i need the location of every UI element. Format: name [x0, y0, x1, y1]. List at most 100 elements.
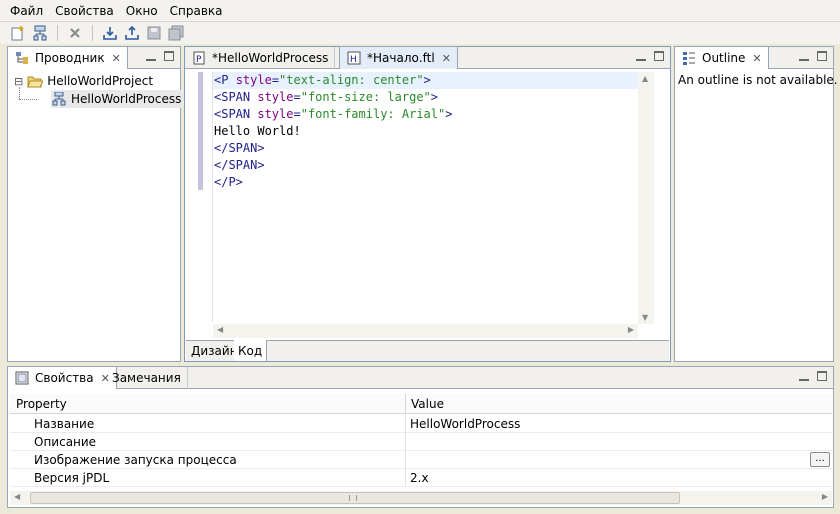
menu-help[interactable]: Справка [164, 0, 229, 22]
property-name: Описание [34, 435, 97, 449]
new-file-icon[interactable] [8, 24, 28, 42]
save-icon[interactable] [144, 24, 164, 42]
delete-icon[interactable] [65, 24, 85, 42]
minimize-icon[interactable] [799, 371, 809, 381]
change-ruler [198, 72, 203, 190]
code-token: > [423, 73, 431, 87]
column-divider[interactable] [405, 394, 406, 414]
code-line[interactable]: <SPAN style="font-size: large"> [214, 89, 452, 106]
table-row[interactable]: Название HelloWorldProcess [10, 415, 832, 433]
outline-tabbar: Outline ✕ [674, 46, 833, 69]
tab-code[interactable]: Код [234, 340, 268, 361]
tab-properties[interactable]: Свойства ✕ [7, 366, 117, 389]
scrollbar-thumb[interactable] [30, 492, 680, 504]
code-token: = [271, 73, 280, 87]
menu-window[interactable]: Окно [120, 0, 164, 22]
code-line[interactable]: </SPAN> [214, 140, 452, 157]
minimize-icon[interactable] [799, 51, 809, 61]
properties-icon [14, 370, 30, 386]
scroll-right-icon[interactable]: ▶ [628, 325, 634, 334]
property-name: Название [34, 417, 95, 431]
tree-item-process[interactable]: HelloWorldProcess [51, 90, 186, 108]
editor-tabbar: P *HelloWorldProcess H *Начало.ftl ✕ [185, 46, 670, 69]
export-icon[interactable] [122, 24, 142, 42]
properties-tabbar: Свойства ✕ Замечания [7, 366, 833, 389]
properties-horizontal-scrollbar[interactable]: ◀ ▶ [10, 491, 832, 505]
svg-text:H: H [350, 55, 357, 65]
toolbar [0, 22, 840, 44]
table-row[interactable]: Версия jPDL 2.x [10, 469, 832, 487]
menu-properties[interactable]: Свойства [49, 0, 120, 22]
tab-problems[interactable]: Замечания [106, 367, 188, 389]
close-icon[interactable]: ✕ [112, 52, 121, 65]
collapse-icon[interactable]: ⊟ [14, 75, 23, 88]
table-header: Property Value [10, 394, 832, 414]
cell-divider [405, 415, 406, 432]
process-icon[interactable] [30, 24, 50, 42]
code-token: Hello World! [214, 124, 301, 138]
cell-divider [405, 451, 406, 468]
scroll-left-icon[interactable]: ◀ [217, 325, 223, 334]
vertical-scrollbar[interactable]: ▲ ▼ [638, 72, 654, 324]
code-line[interactable]: <SPAN style="font-family: Arial"> [214, 106, 452, 123]
tab-helloworldprocess[interactable]: P *HelloWorldProcess [185, 47, 336, 69]
tab-explorer[interactable]: Проводник ✕ [7, 46, 128, 69]
code-token: = [293, 107, 301, 121]
property-value[interactable]: 2.x [410, 471, 429, 485]
properties-window-controls [799, 371, 827, 381]
svg-text:P: P [196, 55, 202, 65]
maximize-icon[interactable] [817, 51, 827, 61]
tab-outline[interactable]: Outline ✕ [674, 46, 769, 69]
code-token: "text-align: center" [279, 73, 424, 87]
explorer-tabbar: Проводник ✕ [7, 46, 180, 69]
scroll-left-icon[interactable]: ◀ [14, 492, 20, 501]
close-icon[interactable]: ✕ [752, 52, 761, 65]
minimize-icon[interactable] [146, 51, 156, 61]
maximize-icon[interactable] [817, 371, 827, 381]
horizontal-scrollbar[interactable]: ◀ ▶ [213, 324, 638, 338]
save-all-icon[interactable] [166, 24, 186, 42]
code-line[interactable]: </SPAN> [214, 157, 452, 174]
code-token: style [257, 90, 294, 104]
editor-window-controls [636, 51, 664, 61]
menu-file[interactable]: Файл [4, 0, 49, 22]
code-token: "font-family: Arial" [300, 107, 446, 121]
minimize-icon[interactable] [636, 51, 646, 61]
editor-mode-tabs: Дизайн Код [186, 340, 669, 361]
outline-window-controls [799, 51, 827, 61]
close-icon[interactable]: ✕ [442, 52, 451, 65]
code-line[interactable]: <P style="text-align: center"> [214, 72, 452, 89]
browse-button[interactable]: ... [810, 452, 830, 467]
tree-item-project[interactable]: ⊟ HelloWorldProject [14, 72, 153, 90]
code-editor[interactable]: <P style="text-align: center"> <SPAN styl… [214, 72, 452, 191]
code-token: style [257, 107, 294, 121]
tab-helloworldprocess-label: *HelloWorldProcess [212, 51, 329, 65]
scroll-down-icon[interactable]: ▼ [642, 313, 648, 322]
table-row[interactable]: Изображение запуска процесса ... [10, 451, 832, 469]
maximize-icon[interactable] [654, 51, 664, 61]
scroll-right-icon[interactable]: ▶ [822, 492, 828, 501]
folder-open-icon [27, 73, 44, 89]
property-value[interactable]: HelloWorldProcess [410, 417, 520, 431]
explorer-icon [14, 50, 30, 66]
maximize-icon[interactable] [164, 51, 174, 61]
import-icon[interactable] [100, 24, 120, 42]
code-line[interactable]: Hello World! [214, 123, 452, 140]
table-row[interactable]: Описание [10, 433, 832, 451]
scroll-up-icon[interactable]: ▲ [642, 74, 648, 83]
menu-bar: Файл Свойства Окно Справка [0, 0, 840, 22]
grip-icon [349, 495, 357, 501]
tab-nachalo-ftl-label: *Начало.ftl [367, 51, 435, 65]
column-header-property[interactable]: Property [16, 397, 67, 411]
tree-item-project-label: HelloWorldProject [47, 74, 154, 88]
tab-outline-label: Outline [702, 51, 746, 65]
code-line[interactable]: </P> [214, 174, 452, 191]
process-icon [51, 91, 67, 107]
explorer-panel: Проводник ✕ ⊟ HelloWorldProject HelloWor… [7, 46, 186, 362]
code-token: <SPAN [214, 90, 258, 104]
property-name: Изображение запуска процесса [34, 453, 237, 467]
column-header-value[interactable]: Value [411, 397, 444, 411]
tab-nachalo-ftl[interactable]: H *Начало.ftl ✕ [339, 46, 458, 69]
tab-explorer-label: Проводник [35, 51, 105, 65]
gutter-divider [212, 72, 213, 322]
